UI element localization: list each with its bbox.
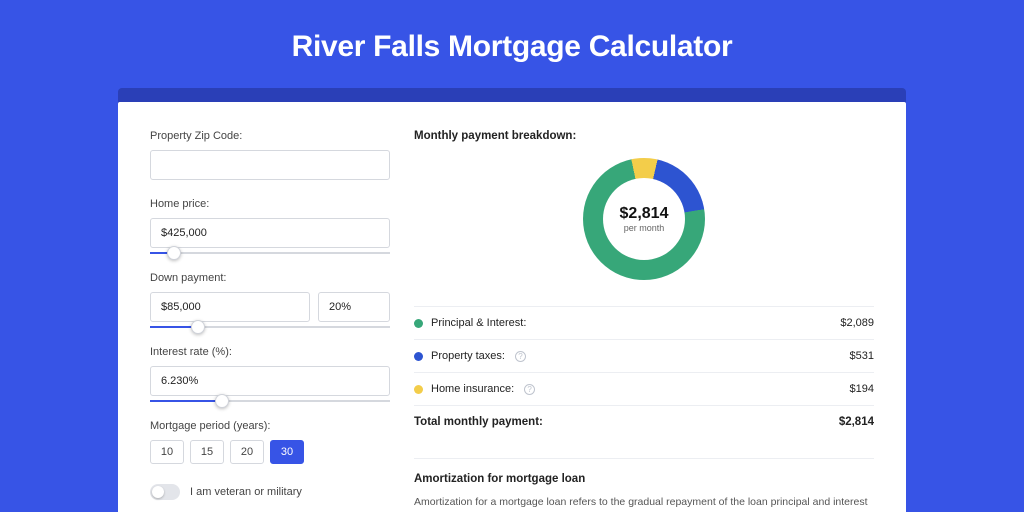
form-panel: Property Zip Code: Home price: Down paym… [150,130,390,512]
donut-wrap: $2,814 per month [414,154,874,294]
donut-center: $2,814 per month [603,178,685,260]
period-btn-15[interactable]: 15 [190,440,224,464]
legend-label: Property taxes: [431,350,505,362]
interest-rate-slider-fill [150,400,222,402]
card-backdrop: Property Zip Code: Home price: Down paym… [118,88,906,512]
field-mortgage-period: Mortgage period (years): 10 15 20 30 [150,420,390,464]
calculator-card: Property Zip Code: Home price: Down paym… [118,102,906,512]
field-home-price: Home price: [150,198,390,254]
amort-title: Amortization for mortgage loan [414,458,874,485]
info-icon[interactable]: ? [524,384,535,395]
legend-row-principal: Principal & Interest: $2,089 [414,306,874,339]
interest-rate-slider[interactable] [150,400,390,402]
dot-green-icon [414,319,423,328]
field-down-payment: Down payment: [150,272,390,328]
total-value: $2,814 [839,416,874,428]
legend-value: $531 [850,350,874,362]
legend-row-total: Total monthly payment: $2,814 [414,405,874,438]
legend-value: $194 [850,383,874,395]
zip-label: Property Zip Code: [150,130,390,142]
donut-sub: per month [624,223,665,233]
donut-value: $2,814 [620,205,669,223]
down-payment-label: Down payment: [150,272,390,284]
breakdown-title: Monthly payment breakdown: [414,130,874,142]
legend-label: Principal & Interest: [431,317,526,329]
field-zip: Property Zip Code: [150,130,390,180]
interest-rate-input[interactable] [150,366,390,396]
period-btn-30[interactable]: 30 [270,440,304,464]
period-btn-10[interactable]: 10 [150,440,184,464]
interest-rate-slider-thumb[interactable] [215,394,229,408]
zip-input[interactable] [150,150,390,180]
veteran-label: I am veteran or military [190,486,302,498]
legend-row-insurance: Home insurance: ? $194 [414,372,874,405]
legend-value: $2,089 [840,317,874,329]
legend: Principal & Interest: $2,089 Property ta… [414,306,874,438]
legend-label: Home insurance: [431,383,514,395]
page-title: River Falls Mortgage Calculator [0,0,1024,88]
donut-chart: $2,814 per month [583,158,705,280]
home-price-slider-thumb[interactable] [167,246,181,260]
home-price-label: Home price: [150,198,390,210]
mortgage-period-label: Mortgage period (years): [150,420,390,432]
total-label: Total monthly payment: [414,416,543,428]
breakdown-panel: Monthly payment breakdown: $2,814 per mo… [414,130,874,512]
veteran-toggle[interactable] [150,484,180,500]
home-price-slider[interactable] [150,252,390,254]
period-btn-20[interactable]: 20 [230,440,264,464]
legend-row-taxes: Property taxes: ? $531 [414,339,874,372]
dot-blue-icon [414,352,423,361]
down-payment-input[interactable] [150,292,310,322]
info-icon[interactable]: ? [515,351,526,362]
down-payment-pct-input[interactable] [318,292,390,322]
amort-body: Amortization for a mortgage loan refers … [414,495,874,512]
dot-yellow-icon [414,385,423,394]
down-payment-slider-thumb[interactable] [191,320,205,334]
home-price-input[interactable] [150,218,390,248]
field-interest-rate: Interest rate (%): [150,346,390,402]
interest-rate-label: Interest rate (%): [150,346,390,358]
field-veteran: I am veteran or military [150,484,390,500]
mortgage-period-group: 10 15 20 30 [150,440,390,464]
down-payment-slider[interactable] [150,326,390,328]
